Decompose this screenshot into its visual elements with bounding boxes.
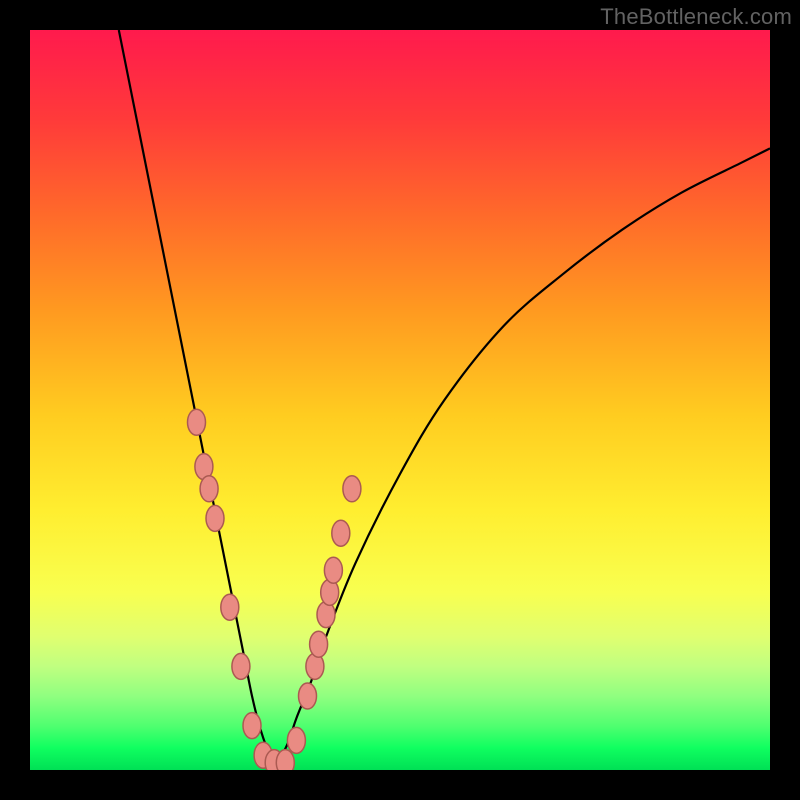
data-marker	[221, 594, 239, 620]
data-marker	[276, 750, 294, 770]
watermark-text: TheBottleneck.com	[600, 4, 792, 30]
marker-group	[188, 409, 361, 770]
data-marker	[310, 631, 328, 657]
data-marker	[324, 557, 342, 583]
curve-right-branch	[274, 148, 770, 762]
chart-canvas: TheBottleneck.com	[0, 0, 800, 800]
data-marker	[232, 653, 250, 679]
data-marker	[343, 476, 361, 502]
curve-left-branch	[119, 30, 274, 763]
data-marker	[200, 476, 218, 502]
data-marker	[206, 505, 224, 531]
data-marker	[243, 713, 261, 739]
data-marker	[332, 520, 350, 546]
plot-area	[30, 30, 770, 770]
data-marker	[188, 409, 206, 435]
data-marker	[287, 727, 305, 753]
chart-svg	[30, 30, 770, 770]
data-marker	[299, 683, 317, 709]
